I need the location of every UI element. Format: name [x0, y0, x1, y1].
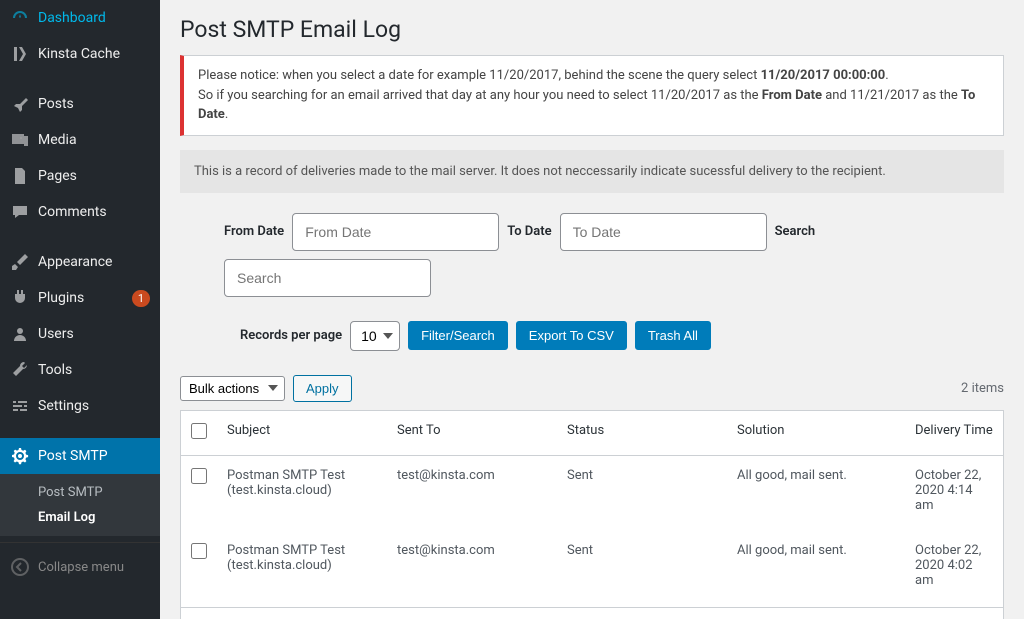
sliders-icon	[10, 396, 30, 416]
sidebar-label: Users	[38, 326, 150, 342]
th-subject[interactable]: Subject	[217, 410, 387, 455]
sidebar-item-comments[interactable]: Comments	[0, 194, 160, 230]
cell-delivery: October 22, 2020 4:02 am	[905, 531, 1004, 607]
pages-icon	[10, 166, 30, 186]
gear-icon	[10, 446, 30, 466]
cell-delivery: October 22, 2020 4:14 am	[905, 455, 1004, 531]
tablenav-top: Bulk actions Apply 2 items	[180, 375, 1004, 402]
sidebar-label: Kinsta Cache	[38, 46, 150, 62]
sidebar-label: Settings	[38, 398, 150, 414]
cell-status: Sent	[557, 455, 727, 531]
page-title: Post SMTP Email Log	[180, 16, 1004, 43]
date-notice: Please notice: when you select a date fo…	[180, 55, 1004, 136]
email-log-table: Subject Sent To Status Solution Delivery…	[180, 410, 1004, 619]
info-box: This is a record of deliveries made to t…	[180, 150, 1004, 193]
sidebar-item-plugins[interactable]: Plugins 1	[0, 280, 160, 316]
kinsta-icon	[10, 44, 30, 64]
sidebar-label: Tools	[38, 362, 150, 378]
search-label: Search	[775, 224, 816, 239]
user-icon	[10, 324, 30, 344]
sidebar-item-kinsta[interactable]: Kinsta Cache	[0, 36, 160, 72]
filter-search-button[interactable]: Filter/Search	[408, 321, 508, 350]
brush-icon	[10, 252, 30, 272]
sidebar-item-pages[interactable]: Pages	[0, 158, 160, 194]
sidebar-item-users[interactable]: Users	[0, 316, 160, 352]
select-all-top[interactable]	[191, 423, 207, 439]
search-input[interactable]	[224, 259, 431, 297]
to-date-label: To Date	[507, 224, 551, 239]
trash-all-button[interactable]: Trash All	[635, 321, 711, 350]
table-row: Postman SMTP Test (test.kinsta.cloud) te…	[181, 455, 1004, 531]
row-checkbox[interactable]	[191, 468, 207, 484]
sidebar-label: Post SMTP	[38, 448, 150, 464]
collapse-label: Collapse menu	[38, 560, 150, 575]
sidebar-submenu: Post SMTP Email Log	[0, 474, 160, 536]
sidebar-label: Comments	[38, 204, 150, 220]
th-sent-to[interactable]: Sent To	[387, 410, 557, 455]
apply-button-top[interactable]: Apply	[293, 375, 352, 402]
to-date-input[interactable]	[560, 213, 767, 251]
sidebar-item-posts[interactable]: Posts	[0, 86, 160, 122]
sidebar-label: Plugins	[38, 290, 124, 306]
sidebar-label: Pages	[38, 168, 150, 184]
collapse-menu[interactable]: Collapse menu	[0, 549, 160, 585]
collapse-icon	[10, 557, 30, 577]
sidebar-label: Media	[38, 132, 150, 148]
sidebar-item-post-smtp[interactable]: Post SMTP	[0, 438, 160, 474]
row-checkbox[interactable]	[191, 543, 207, 559]
cell-status: Sent	[557, 531, 727, 607]
th-solution[interactable]: Solution	[727, 410, 905, 455]
items-count-top: 2 items	[961, 381, 1004, 396]
sidebar-label: Posts	[38, 96, 150, 112]
sidebar-item-dashboard[interactable]: Dashboard	[0, 0, 160, 36]
plugin-update-badge: 1	[132, 290, 150, 307]
wrench-icon	[10, 360, 30, 380]
cell-solution: All good, mail sent.	[727, 455, 905, 531]
from-date-input[interactable]	[292, 213, 499, 251]
tf-solution[interactable]: Solution	[727, 607, 905, 619]
submenu-post-smtp[interactable]: Post SMTP	[0, 480, 160, 505]
records-per-page-select[interactable]: 10	[350, 321, 400, 351]
sidebar-item-media[interactable]: Media	[0, 122, 160, 158]
filters-row-2: Records per page 10 Filter/Search Export…	[180, 321, 1004, 351]
th-status[interactable]: Status	[557, 410, 727, 455]
sidebar-item-tools[interactable]: Tools	[0, 352, 160, 388]
submenu-email-log[interactable]: Email Log	[0, 505, 160, 530]
table-row: Postman SMTP Test (test.kinsta.cloud) te…	[181, 531, 1004, 607]
sidebar-item-settings[interactable]: Settings	[0, 388, 160, 424]
sidebar-item-appearance[interactable]: Appearance	[0, 244, 160, 280]
cell-subject[interactable]: Postman SMTP Test (test.kinsta.cloud)	[217, 531, 387, 607]
filters-row: From Date To Date Search	[180, 213, 1004, 297]
th-delivery[interactable]: Delivery Time	[905, 410, 1004, 455]
tf-delivery[interactable]: Delivery Time	[905, 607, 1004, 619]
cell-subject[interactable]: Postman SMTP Test (test.kinsta.cloud)	[217, 455, 387, 531]
cell-solution: All good, mail sent.	[727, 531, 905, 607]
admin-sidebar: Dashboard Kinsta Cache Posts Media Pages…	[0, 0, 160, 619]
export-csv-button[interactable]: Export To CSV	[516, 321, 627, 350]
sidebar-label: Dashboard	[38, 10, 150, 26]
from-date-label: From Date	[224, 224, 284, 239]
records-label: Records per page	[240, 328, 342, 343]
tf-sent-to[interactable]: Sent To	[387, 607, 557, 619]
cell-sent-to: test@kinsta.com	[387, 531, 557, 607]
tf-subject[interactable]: Subject	[217, 607, 387, 619]
pin-icon	[10, 94, 30, 114]
plug-icon	[10, 288, 30, 308]
sidebar-label: Appearance	[38, 254, 150, 270]
cell-sent-to: test@kinsta.com	[387, 455, 557, 531]
comments-icon	[10, 202, 30, 222]
dashboard-icon	[10, 8, 30, 28]
bulk-actions-select-top[interactable]: Bulk actions	[180, 376, 285, 401]
tf-status[interactable]: Status	[557, 607, 727, 619]
media-icon	[10, 130, 30, 150]
main-content: Post SMTP Email Log Please notice: when …	[160, 0, 1024, 619]
